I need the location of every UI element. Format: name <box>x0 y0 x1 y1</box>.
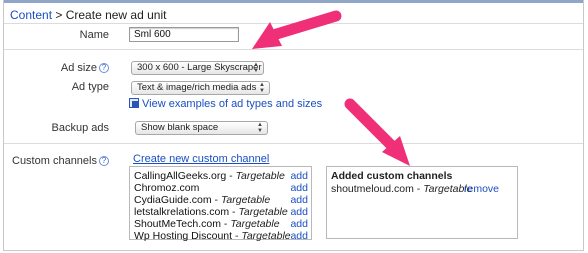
help-icon[interactable]: ? <box>99 156 109 166</box>
list-item: Chromoz.com add <box>134 182 308 194</box>
channel-name: Chromoz.com <box>134 182 200 194</box>
list-item: CallingAllGeeks.org - Targetable add <box>134 170 308 182</box>
backup-ads-select[interactable]: Show blank space ▲ ▼ <box>135 121 268 135</box>
list-item: CydiaGuide.com - Targetable add <box>134 194 308 206</box>
channel-name: letstalkrelations.com <box>134 206 230 218</box>
top-strip <box>4 0 583 3</box>
list-item: ShoutMeTech.com - Targetable add <box>134 218 308 230</box>
backup-ads-label: Backup ads <box>51 122 109 134</box>
add-channel-button[interactable]: add <box>290 230 308 242</box>
custom-channels-label: Custom channels? <box>12 155 109 167</box>
channel-tag: Targetable <box>241 230 291 242</box>
ad-type-select[interactable]: Text & image/rich media ads ▲ ▼ <box>131 81 270 95</box>
channel-tag: Targetable <box>230 218 280 230</box>
available-channels-list: CallingAllGeeks.org - Targetable add Chr… <box>129 166 312 242</box>
breadcrumb-content-link[interactable]: Content <box>10 8 52 22</box>
ad-size-select[interactable]: 300 x 600 - Large Skyscraper ▲ ▼ <box>131 61 264 75</box>
help-icon[interactable]: ? <box>99 63 109 73</box>
name-label: Name <box>79 29 109 41</box>
examples-link[interactable]: View examples of ad types and sizes <box>142 98 322 110</box>
name-input[interactable]: Sml 600 <box>129 27 239 42</box>
list-item: shoutmeloud.com - Targetable remove <box>331 183 500 195</box>
add-channel-button[interactable]: add <box>290 206 308 218</box>
channel-tag: Targetable <box>220 194 271 206</box>
ad-unit-form-panel: Content > Create new ad unit Name Sml 60… <box>3 0 584 251</box>
ad-size-selected: 300 x 600 - Large Skyscraper <box>137 62 262 73</box>
channel-name: CydiaGuide.com <box>134 194 212 206</box>
create-custom-channel-link[interactable]: Create new custom channel <box>133 153 269 165</box>
backup-ads-selected: Show blank space <box>141 122 219 133</box>
list-item: letstalkrelations.com - Targetable add <box>134 206 308 218</box>
breadcrumb-separator: > <box>52 8 66 22</box>
ad-type-label: Ad type <box>71 81 109 93</box>
custom-channels-label-text: Custom channels <box>12 155 97 167</box>
channel-tag: Targetable <box>235 170 285 182</box>
channel-name: ShoutMeTech.com <box>134 218 221 230</box>
channel-name: CallingAllGeeks.org <box>134 170 227 182</box>
breadcrumb-current: Create new ad unit <box>65 8 167 22</box>
added-channels-list: Added custom channels shoutmeloud.com - … <box>326 166 518 239</box>
ad-size-label-text: Ad size <box>60 62 97 74</box>
ad-type-selected: Text & image/rich media ads <box>137 82 257 93</box>
select-arrows-icon: ▲ ▼ <box>259 82 265 94</box>
channel-tag: Targetable <box>238 206 288 218</box>
divider <box>4 49 583 50</box>
added-channels-title: Added custom channels <box>331 170 453 182</box>
divider <box>4 143 583 144</box>
channel-name: Wp Hosting Discount <box>134 230 233 242</box>
add-channel-button[interactable]: add <box>290 218 308 230</box>
ad-size-label: Ad size? <box>61 62 109 74</box>
add-channel-button[interactable]: add <box>290 194 308 206</box>
channel-name: shoutmeloud.com <box>331 183 414 195</box>
select-arrows-icon: ▲ ▼ <box>257 122 263 134</box>
select-arrows-icon: ▲ ▼ <box>253 62 259 74</box>
add-channel-button[interactable]: add <box>290 170 308 182</box>
add-channel-button[interactable]: add <box>290 182 308 194</box>
breadcrumb: Content > Create new ad unit <box>10 8 166 22</box>
remove-channel-button[interactable]: remove <box>464 183 499 195</box>
list-item: Wp Hosting Discount - Targetable add <box>134 230 308 242</box>
examples-row: View examples of ad types and sizes <box>129 98 322 110</box>
external-window-icon[interactable] <box>129 98 139 108</box>
divider <box>4 23 583 24</box>
